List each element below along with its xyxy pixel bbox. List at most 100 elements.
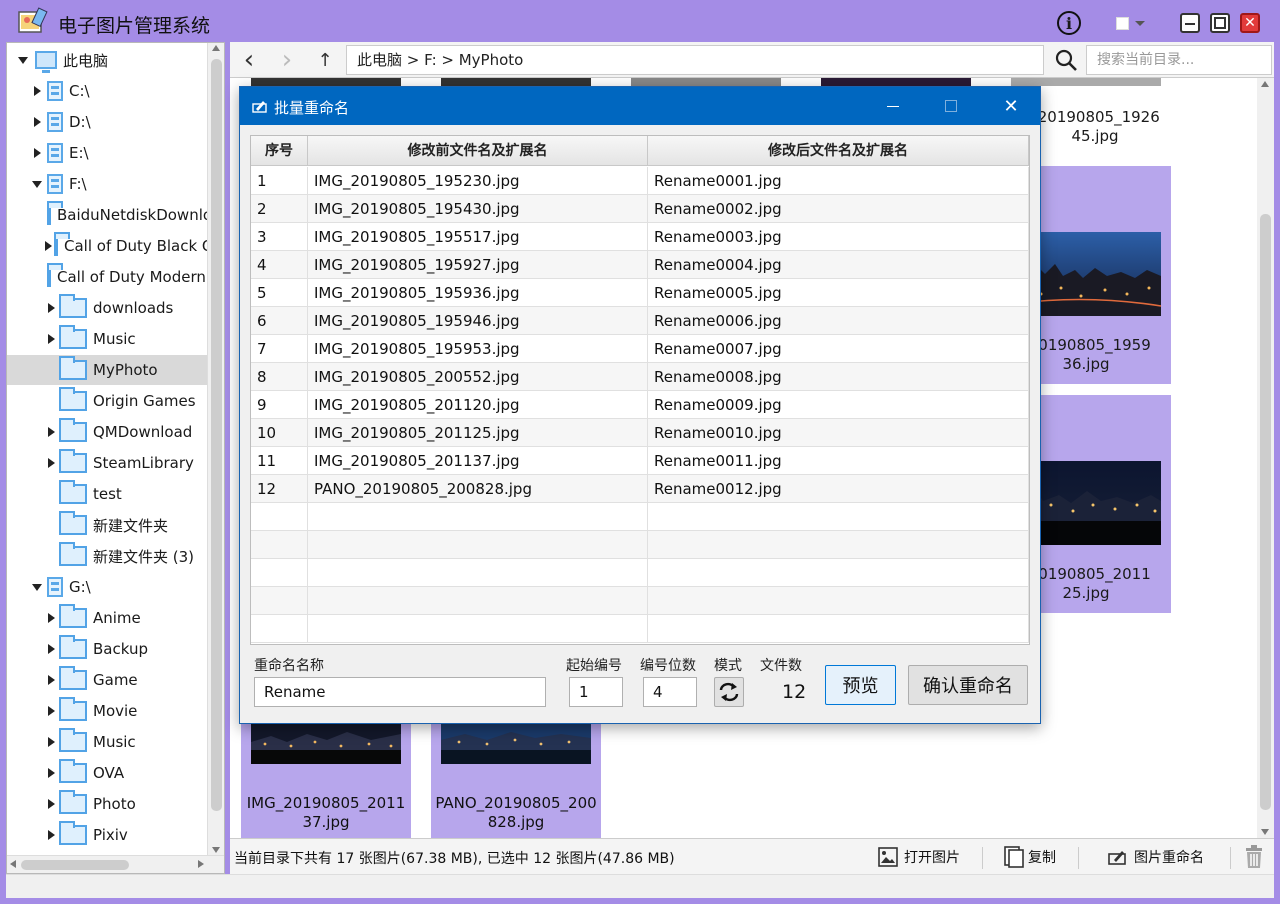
thumbnail-image[interactable]	[821, 78, 971, 86]
expand-arrow-right-icon[interactable]	[45, 240, 52, 252]
expand-arrow-right-icon[interactable]	[45, 302, 57, 314]
expand-arrow-right-icon[interactable]	[45, 643, 57, 655]
table-row[interactable]	[251, 587, 1029, 615]
rename-images-button[interactable]: 图片重命名	[1108, 845, 1204, 869]
tree-item[interactable]: Game	[7, 665, 207, 695]
start-number-input[interactable]	[569, 677, 623, 707]
column-header-index[interactable]: 序号	[251, 136, 308, 166]
maximize-button[interactable]	[1210, 10, 1230, 36]
table-row[interactable]	[251, 503, 1029, 531]
tree-item[interactable]: Backup	[7, 634, 207, 664]
expand-arrow-right-icon[interactable]	[45, 798, 57, 810]
close-button[interactable]: ✕	[1240, 10, 1260, 36]
thumbnail-image[interactable]	[251, 78, 401, 86]
digits-input[interactable]	[643, 677, 697, 707]
tree-item[interactable]: E:\	[7, 138, 207, 168]
info-button[interactable]: i	[1056, 10, 1082, 36]
expand-arrow-right-icon[interactable]	[45, 333, 57, 345]
gallery-vertical-scrollbar[interactable]	[1257, 78, 1274, 838]
forward-button[interactable]: ›	[272, 46, 302, 74]
table-row[interactable]: 2 IMG_20190805_195430.jpg Rename0002.jpg	[251, 195, 1029, 223]
tree-item[interactable]: SteamLibrary	[7, 448, 207, 478]
table-row[interactable]: 11 IMG_20190805_201137.jpg Rename0011.jpg	[251, 447, 1029, 475]
minimize-button[interactable]	[1180, 10, 1200, 36]
tree-item[interactable]: test	[7, 479, 207, 509]
tree-item[interactable]: downloads	[7, 293, 207, 323]
address-bar[interactable]: 此电脑 > F: > MyPhoto	[346, 45, 1044, 75]
expand-arrow-right-icon[interactable]	[45, 457, 57, 469]
mode-toggle-button[interactable]	[714, 677, 744, 707]
table-row[interactable]	[251, 615, 1029, 643]
open-image-button[interactable]: 打开图片	[878, 845, 960, 869]
search-input[interactable]	[1086, 45, 1272, 75]
back-button[interactable]: ‹	[234, 46, 264, 74]
scroll-left-icon[interactable]	[10, 860, 16, 868]
expand-arrow-right-icon[interactable]	[45, 612, 57, 624]
confirm-rename-button[interactable]: 确认重命名	[908, 665, 1028, 705]
scroll-up-icon[interactable]	[212, 45, 220, 51]
table-row[interactable]: 7 IMG_20190805_195953.jpg Rename0007.jpg	[251, 335, 1029, 363]
table-row[interactable]: 4 IMG_20190805_195927.jpg Rename0004.jpg	[251, 251, 1029, 279]
up-button[interactable]: ↑	[310, 46, 340, 74]
tree-item[interactable]: 新建文件夹 (3)	[7, 541, 207, 571]
scroll-thumb[interactable]	[211, 59, 222, 811]
thumbnail-image[interactable]	[441, 78, 591, 86]
column-header-before[interactable]: 修改前文件名及扩展名	[308, 136, 648, 166]
table-row[interactable]: 12 PANO_20190805_200828.jpg Rename0012.jpg	[251, 475, 1029, 503]
tree-item[interactable]: F:\	[7, 169, 207, 199]
expand-arrow-right-icon[interactable]	[45, 705, 57, 717]
tree-item[interactable]: Call of Duty Black Ops	[7, 231, 224, 261]
tree-item[interactable]: QMDownload	[7, 417, 207, 447]
scroll-up-icon[interactable]	[1261, 81, 1269, 87]
expand-arrow-right-icon[interactable]	[45, 767, 57, 779]
scroll-thumb[interactable]	[21, 860, 129, 870]
tree-horizontal-scrollbar[interactable]	[7, 855, 224, 873]
trash-icon[interactable]	[1244, 845, 1264, 869]
tree-item[interactable]: MyPhoto	[7, 355, 207, 385]
expand-arrow-right-icon[interactable]	[45, 736, 57, 748]
column-header-after[interactable]: 修改后文件名及扩展名	[648, 136, 1029, 166]
tree-item[interactable]: Music	[7, 324, 207, 354]
table-row[interactable]: 3 IMG_20190805_195517.jpg Rename0003.jpg	[251, 223, 1029, 251]
tree-item[interactable]: D:\	[7, 107, 207, 137]
expand-arrow-right-icon[interactable]	[45, 426, 57, 438]
thumbnail-image[interactable]	[631, 78, 781, 86]
tree-vertical-scrollbar[interactable]	[207, 43, 224, 855]
thumbnail-image[interactable]	[1011, 78, 1161, 86]
tree-item[interactable]: 此电脑	[7, 45, 207, 75]
table-row[interactable]: 6 IMG_20190805_195946.jpg Rename0006.jpg	[251, 307, 1029, 335]
scroll-thumb[interactable]	[1260, 214, 1271, 810]
tree-item[interactable]: Call of Duty Modern Warfare	[7, 262, 224, 292]
rename-name-input[interactable]	[254, 677, 546, 707]
copy-button[interactable]: 复制	[1004, 845, 1056, 869]
tree-item[interactable]: BaiduNetdiskDownload	[7, 200, 224, 230]
scroll-right-icon[interactable]	[198, 860, 204, 868]
table-row[interactable]	[251, 559, 1029, 587]
dialog-close-button[interactable]: ✕	[988, 91, 1034, 121]
tree-item[interactable]: Origin Games	[7, 386, 207, 416]
expand-arrow-right-icon[interactable]	[31, 85, 43, 97]
tree-item[interactable]: Movie	[7, 696, 207, 726]
expand-arrow-down-icon[interactable]	[17, 54, 29, 66]
scroll-down-icon[interactable]	[212, 847, 220, 853]
tree-item[interactable]: 新建文件夹	[7, 510, 207, 540]
table-row[interactable]: 1 IMG_20190805_195230.jpg Rename0001.jpg	[251, 167, 1029, 195]
expand-arrow-right-icon[interactable]	[31, 116, 43, 128]
tree-item[interactable]: Music	[7, 727, 207, 757]
table-row[interactable]: 5 IMG_20190805_195936.jpg Rename0005.jpg	[251, 279, 1029, 307]
table-row[interactable]: 8 IMG_20190805_200552.jpg Rename0008.jpg	[251, 363, 1029, 391]
expand-arrow-right-icon[interactable]	[31, 147, 43, 159]
dialog-maximize-button[interactable]	[928, 91, 974, 121]
scroll-down-icon[interactable]	[1261, 829, 1269, 835]
tree-item[interactable]: Photo	[7, 789, 207, 819]
preview-button[interactable]: 预览	[825, 665, 896, 705]
dialog-minimize-button[interactable]	[870, 91, 916, 121]
search-icon[interactable]	[1054, 48, 1078, 72]
theme-dropdown[interactable]	[1112, 10, 1148, 36]
expand-arrow-right-icon[interactable]	[45, 674, 57, 686]
table-row[interactable]: 10 IMG_20190805_201125.jpg Rename0010.jpg	[251, 419, 1029, 447]
expand-arrow-down-icon[interactable]	[31, 581, 43, 593]
expand-arrow-down-icon[interactable]	[31, 178, 43, 190]
tree-item[interactable]: Pixiv	[7, 820, 207, 850]
tree-item[interactable]: Anime	[7, 603, 207, 633]
